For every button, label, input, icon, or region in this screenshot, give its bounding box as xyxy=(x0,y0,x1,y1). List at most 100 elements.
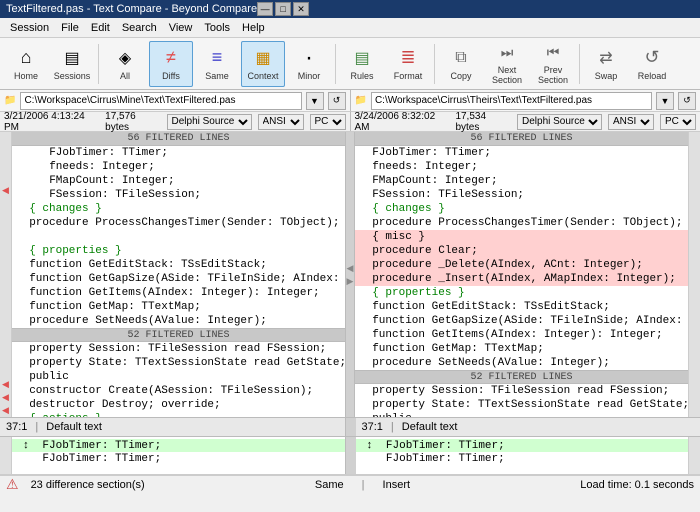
right-path-browse[interactable]: ▼ xyxy=(656,92,674,110)
swap-icon xyxy=(594,46,618,70)
right-line-11: { properties } xyxy=(355,286,688,300)
right-line-16: procedure SetNeeds(AValue: Integer); xyxy=(355,356,688,370)
same-label: Same xyxy=(205,72,229,82)
sessions-icon xyxy=(60,46,84,70)
toolbar-sep4 xyxy=(579,44,580,84)
gutter-arrow2[interactable]: ◀ xyxy=(0,378,11,391)
toolbar: Home Sessions All Diffs Same Context Min… xyxy=(0,38,700,90)
left-path-bar: 📁 ▼ ↺ xyxy=(0,90,351,112)
left-code-pane[interactable]: 56 FILTERED LINES FJobTimer: TTimer; fne… xyxy=(12,132,345,417)
menu-session[interactable]: Session xyxy=(4,20,55,36)
right-path-input[interactable] xyxy=(371,92,652,110)
format-button[interactable]: Format xyxy=(386,41,430,87)
all-icon xyxy=(113,46,137,70)
reload-button[interactable]: Reload xyxy=(630,41,674,87)
gutter-spacer7 xyxy=(0,223,11,236)
close-button[interactable]: ✕ xyxy=(293,2,309,16)
splitter[interactable]: ◀ ▶ xyxy=(345,132,355,417)
gutter-arrow3[interactable]: ◀ xyxy=(0,391,11,404)
compare-main: ◀ ◀ ◀ ◀ 56 FILTERED LINES FJobTimer: TTi… xyxy=(0,132,700,417)
left-filtered-header: 56 FILTERED LINES xyxy=(12,132,345,146)
left-line-13: procedure SetNeeds(AValue: Integer); xyxy=(12,314,345,328)
maximize-button[interactable]: □ xyxy=(275,2,291,16)
rules-label: Rules xyxy=(350,72,373,82)
left-encoding-select[interactable]: ANSI xyxy=(258,114,304,130)
preview-splitter xyxy=(346,437,356,474)
swap-button[interactable]: Swap xyxy=(584,41,628,87)
same-icon xyxy=(205,46,229,70)
home-icon xyxy=(14,46,38,70)
gutter-spacer8 xyxy=(0,236,11,249)
menu-view[interactable]: View xyxy=(163,20,199,36)
prevsection-label: PrevSection xyxy=(538,66,568,86)
right-path-refresh[interactable]: ↺ xyxy=(678,92,696,110)
right-line-8: procedure Clear; xyxy=(355,244,688,258)
right-line-7: { misc } xyxy=(355,230,688,244)
left-line-10: function GetGapSize(ASide: TFileInSide; … xyxy=(12,272,345,286)
nextsection-icon xyxy=(495,42,519,64)
left-path-refresh[interactable]: ↺ xyxy=(328,92,346,110)
titlebar: TextFiltered.pas - Text Compare - Beyond… xyxy=(0,0,700,18)
right-line-1: FJobTimer: TTimer; xyxy=(355,146,688,160)
left-line-11: function GetItems(AIndex: Integer): Inte… xyxy=(12,286,345,300)
minor-button[interactable]: Minor xyxy=(287,41,331,87)
context-button[interactable]: Context xyxy=(241,41,285,87)
context-icon xyxy=(251,46,275,70)
right-preview-pane: ↕ FJobTimer: TTimer; FJobTimer: TTimer; xyxy=(356,437,689,474)
copy-button[interactable]: Copy xyxy=(439,41,483,87)
right-filtered-header: 56 FILTERED LINES xyxy=(355,132,688,146)
diffs-icon xyxy=(159,46,183,70)
left-line-15: property State: TTextSessionState read G… xyxy=(12,356,345,370)
rules-button[interactable]: Rules xyxy=(340,41,384,87)
left-line-3: FMapCount: Integer; xyxy=(12,174,345,188)
menu-tools[interactable]: Tools xyxy=(198,20,236,36)
statusbar: ⚠ 23 difference section(s) Same | Insert… xyxy=(0,475,700,493)
sessions-label: Sessions xyxy=(54,72,91,82)
copy-icon xyxy=(449,46,473,70)
preview-right-gutter xyxy=(688,437,700,474)
nextsection-button[interactable]: NextSection xyxy=(485,41,529,87)
same-button[interactable]: Same xyxy=(195,41,239,87)
splitter-left-arrow: ◀ xyxy=(347,263,354,274)
left-path-input[interactable] xyxy=(20,92,301,110)
sessions-button[interactable]: Sessions xyxy=(50,41,94,87)
diffs-label: Diffs xyxy=(162,72,180,82)
left-position: 37:1 | Default text xyxy=(0,418,346,436)
gutter-arrow4[interactable]: ◀ xyxy=(0,404,11,417)
preview-area: ↕ FJobTimer: TTimer; FJobTimer: TTimer; … xyxy=(0,437,700,475)
menu-edit[interactable]: Edit xyxy=(85,20,116,36)
gutter-arrow1[interactable]: ◀ xyxy=(0,184,11,197)
all-button[interactable]: All xyxy=(103,41,147,87)
right-line-4: FSession: TFileSession; xyxy=(355,188,688,202)
gutter-spacer18 xyxy=(0,365,11,378)
left-lineend-select[interactable]: PC xyxy=(310,114,346,130)
position-bar: 37:1 | Default text 37:1 | Default text xyxy=(0,417,700,437)
minor-label: Minor xyxy=(298,72,321,82)
left-format-select[interactable]: Delphi Source xyxy=(167,114,252,130)
titlebar-controls: — □ ✕ xyxy=(257,2,309,16)
menu-help[interactable]: Help xyxy=(236,20,271,36)
right-encoding-select[interactable]: ANSI xyxy=(608,114,654,130)
menu-file[interactable]: File xyxy=(55,20,85,36)
home-button[interactable]: Home xyxy=(4,41,48,87)
right-format-select[interactable]: Delphi Source xyxy=(517,114,602,130)
status-same: Same xyxy=(315,479,344,491)
right-code-pane[interactable]: 56 FILTERED LINES FJobTimer: TTimer; fne… xyxy=(355,132,688,417)
right-line-6: procedure ProcessChangesTimer(Sender: TO… xyxy=(355,216,688,230)
right-line-12: function GetEditStack: TSsEditStack; xyxy=(355,300,688,314)
diffs-button[interactable]: Diffs xyxy=(149,41,193,87)
right-lineend-select[interactable]: PC xyxy=(660,114,696,130)
right-line-9: procedure _Delete(AIndex, ACnt: Integer)… xyxy=(355,258,688,272)
prevsection-button[interactable]: PrevSection xyxy=(531,41,575,87)
right-position: 37:1 | Default text xyxy=(356,418,700,436)
right-line-5: { changes } xyxy=(355,202,688,216)
minimize-button[interactable]: — xyxy=(257,2,273,16)
left-preview-line2: FJobTimer: TTimer; xyxy=(12,452,345,465)
gutter-spacer10 xyxy=(0,262,11,275)
right-line-2: fneeds: Integer; xyxy=(355,160,688,174)
menu-search[interactable]: Search xyxy=(116,20,163,36)
left-preview-pane: ↕ FJobTimer: TTimer; FJobTimer: TTimer; xyxy=(12,437,345,474)
reload-icon xyxy=(640,46,664,70)
left-line-1: FJobTimer: TTimer; xyxy=(12,146,345,160)
left-path-browse[interactable]: ▼ xyxy=(306,92,324,110)
